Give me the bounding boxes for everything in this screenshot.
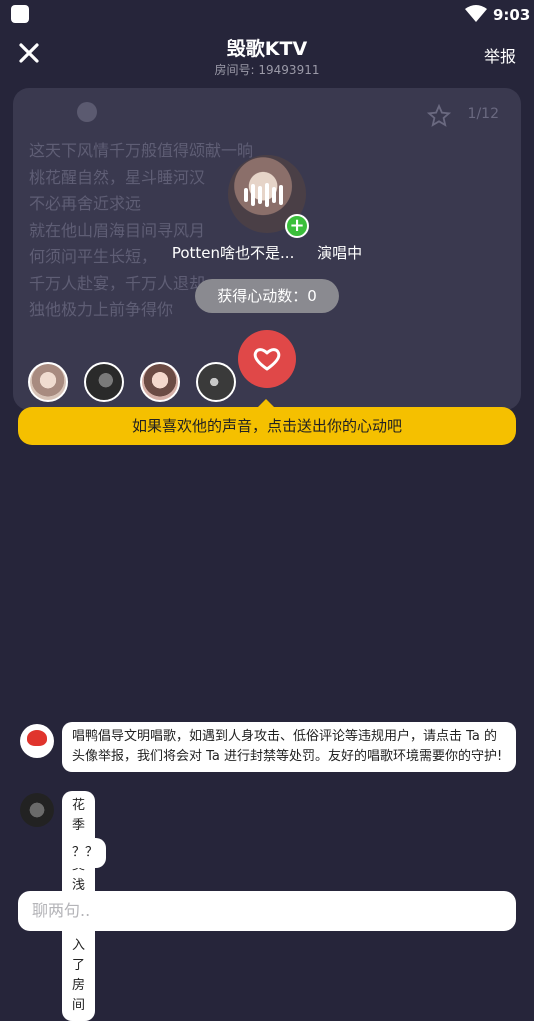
chat-message: ？？: [62, 838, 106, 868]
song-avatar: [77, 102, 97, 122]
room-number: 房间号: 19493911: [214, 63, 320, 77]
lyric-line: 这天下风情千万般值得颂献一晌: [29, 141, 254, 160]
room-header: 毁歌KTV 房间号: 19493911 举报: [0, 30, 534, 82]
status-bar: 9:03: [0, 0, 534, 30]
lyric-line: 桃花醒自然，星斗睡河汉: [29, 167, 206, 187]
audience-avatar[interactable]: [196, 362, 237, 402]
lyric-line: 不必再舍近求远: [29, 194, 142, 213]
app-notification-icon: [11, 5, 29, 23]
audience-avatar[interactable]: [28, 362, 68, 402]
audience-avatar[interactable]: [84, 362, 125, 402]
lyrics-page-indicator: 1/12: [467, 106, 499, 122]
lyric-line: 就在他山眉海目间寻风月: [29, 220, 206, 240]
chat-input[interactable]: 聊两句..: [18, 891, 516, 931]
star-icon[interactable]: [427, 104, 451, 128]
singer-status: 演唱中: [317, 244, 363, 262]
heart-icon: [253, 348, 281, 371]
clock: 9:03: [493, 6, 531, 24]
system-avatar[interactable]: [20, 724, 54, 758]
heart-tip-banner: 如果喜欢他的声音，点击送出你的心动吧: [18, 407, 516, 445]
report-button[interactable]: 举报: [484, 43, 516, 67]
audience-avatar[interactable]: [140, 362, 181, 402]
sound-wave-icon: [244, 183, 290, 207]
user-avatar[interactable]: [20, 793, 54, 827]
singer-info: Potten啥也不是... 演唱中: [0, 242, 534, 263]
room-title: 毁歌KTV: [226, 38, 308, 60]
chat-message: 唱鸭倡导文明唱歌，如遇到人身攻击、低俗评论等违规用户，请点击 Ta 的头像举报，…: [62, 722, 516, 772]
follow-plus-icon[interactable]: +: [285, 214, 309, 238]
wifi-icon: [465, 5, 487, 22]
send-heart-button[interactable]: [238, 330, 296, 388]
singer-name: Potten啥也不是...: [171, 244, 295, 262]
audience-list: [28, 362, 247, 402]
hearts-count-badge: 获得心动数：0: [195, 279, 339, 313]
